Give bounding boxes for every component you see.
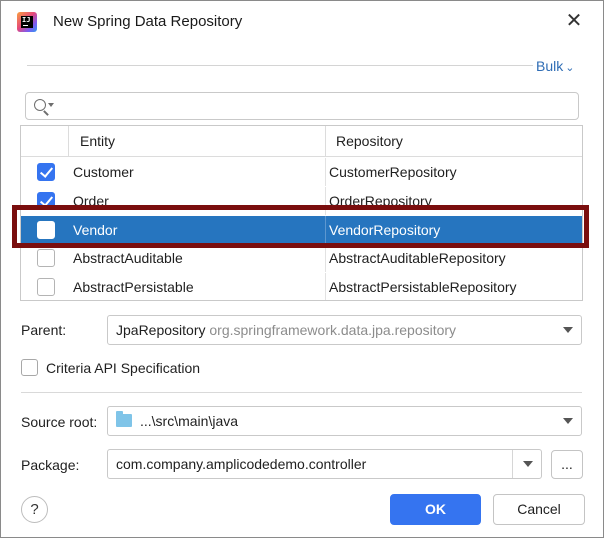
search-input[interactable] xyxy=(60,96,570,116)
source-root-value: ...\src\main\java xyxy=(140,413,239,429)
column-separator xyxy=(325,158,326,186)
bulk-button[interactable]: Bulk ⌄ xyxy=(536,56,574,76)
package-value: com.company.amplicodedemo.controller xyxy=(116,456,367,472)
column-separator xyxy=(325,273,326,300)
parent-value: JpaRepository xyxy=(116,322,206,338)
ok-button[interactable]: OK xyxy=(390,494,481,525)
table-header: Entity Repository xyxy=(21,126,582,157)
row-checkbox[interactable] xyxy=(37,249,55,268)
repository-cell: AbstractAuditableRepository xyxy=(329,250,506,267)
source-root-label: Source root: xyxy=(21,414,98,430)
entity-table: Entity Repository Customer CustomerReposi… xyxy=(20,125,583,301)
title-bar: IJ New Spring Data Repository ✕ xyxy=(1,1,603,41)
table-row[interactable]: Vendor VendorRepository xyxy=(21,215,582,244)
browse-package-button[interactable]: ... xyxy=(551,450,583,479)
search-options-caret-icon[interactable] xyxy=(48,103,54,107)
entity-cell: AbstractPersistable xyxy=(73,279,194,296)
bulk-label: Bulk xyxy=(536,58,564,74)
entity-cell: AbstractAuditable xyxy=(73,250,183,267)
package-combobox[interactable]: com.company.amplicodedemo.controller xyxy=(107,449,542,479)
dialog-title: New Spring Data Repository xyxy=(53,13,243,30)
column-separator xyxy=(325,244,326,273)
parent-package-hint: org.springframework.data.jpa.repository xyxy=(209,322,457,338)
table-row[interactable]: AbstractAuditable AbstractAuditableReposi… xyxy=(21,244,582,273)
entity-cell: Vendor xyxy=(73,221,118,238)
row-checkbox[interactable] xyxy=(37,220,55,239)
entity-cell: Order xyxy=(73,192,109,209)
folder-icon xyxy=(116,411,132,427)
chevron-down-icon[interactable] xyxy=(563,327,573,333)
package-label: Package: xyxy=(21,457,80,473)
row-checkbox[interactable] xyxy=(37,163,55,181)
cancel-button[interactable]: Cancel xyxy=(493,494,585,525)
combobox-arrow-separator xyxy=(512,450,513,478)
bulk-separator xyxy=(27,65,533,66)
repository-cell: AbstractPersistableRepository xyxy=(329,279,517,296)
divider xyxy=(21,392,582,393)
search-icon[interactable] xyxy=(34,99,46,111)
table-row[interactable]: AbstractPersistable AbstractPersistableRe… xyxy=(21,273,582,300)
repository-cell: VendorRepository xyxy=(329,221,441,238)
criteria-api-label: Criteria API Specification xyxy=(46,360,201,376)
column-header-select[interactable] xyxy=(21,126,69,157)
criteria-api-checkbox[interactable] xyxy=(21,359,38,376)
parent-combobox[interactable]: JpaRepository org.springframework.data.j… xyxy=(107,315,582,345)
chevron-down-icon[interactable] xyxy=(563,418,573,424)
help-button[interactable]: ? xyxy=(21,496,48,523)
parent-label: Parent: xyxy=(21,322,67,338)
repository-cell: CustomerRepository xyxy=(329,164,457,180)
chevron-down-icon: ⌄ xyxy=(565,62,575,74)
table-row[interactable]: Order OrderRepository xyxy=(21,186,582,215)
entity-cell: Customer xyxy=(73,164,134,180)
row-checkbox[interactable] xyxy=(37,278,55,297)
row-checkbox[interactable] xyxy=(37,191,55,210)
source-root-combobox[interactable]: ...\src\main\java xyxy=(107,406,582,436)
column-header-repository[interactable]: Repository xyxy=(326,126,582,157)
intellij-idea-icon: IJ xyxy=(17,12,37,32)
chevron-down-icon[interactable] xyxy=(523,461,533,467)
column-separator xyxy=(325,186,326,215)
column-separator xyxy=(325,215,326,244)
column-header-entity[interactable]: Entity xyxy=(69,126,326,157)
repository-cell: OrderRepository xyxy=(329,192,432,209)
close-icon[interactable]: ✕ xyxy=(563,10,585,32)
new-spring-data-repository-dialog: IJ New Spring Data Repository ✕ Bulk ⌄ En… xyxy=(0,0,604,538)
table-row[interactable]: Customer CustomerRepository xyxy=(21,158,582,186)
search-box[interactable] xyxy=(25,92,579,120)
